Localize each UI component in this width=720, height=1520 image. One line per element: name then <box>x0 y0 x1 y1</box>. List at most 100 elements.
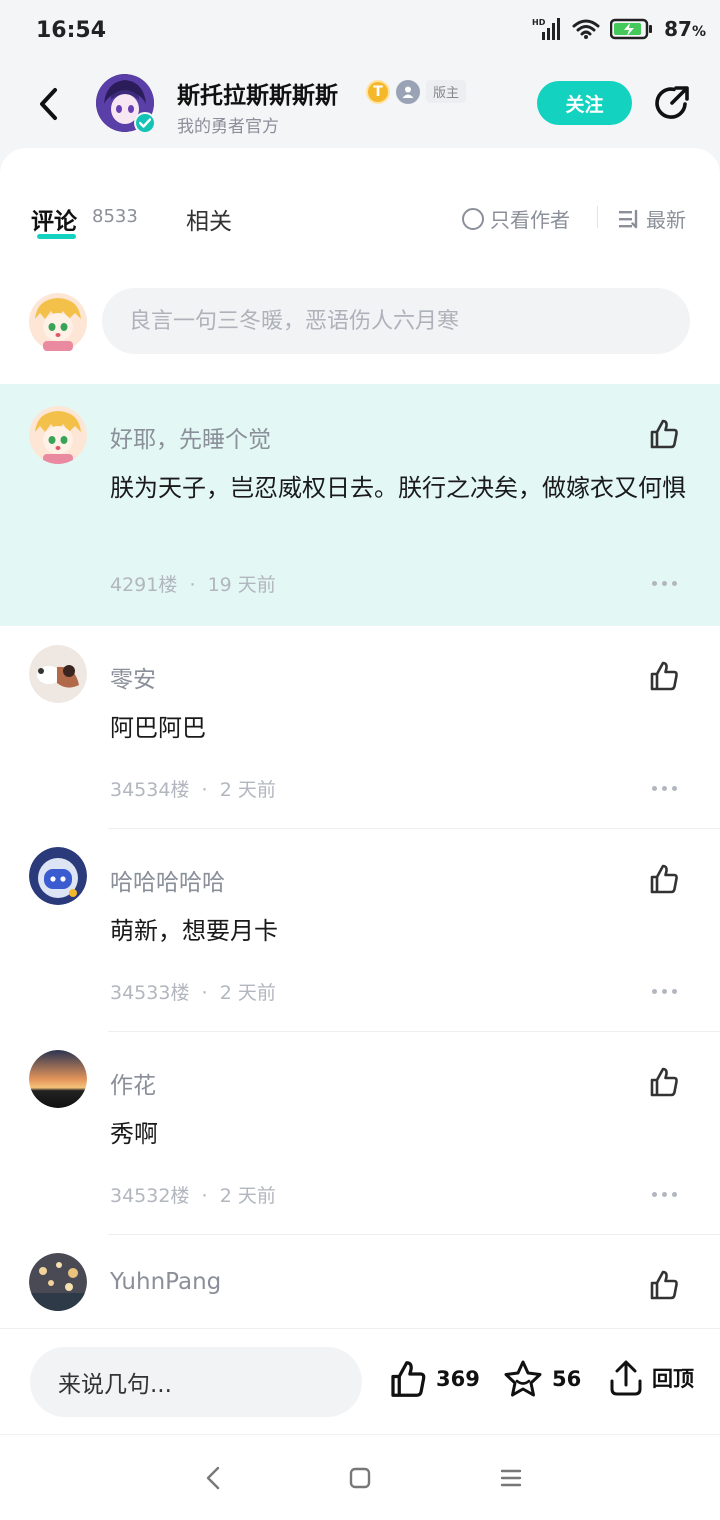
nav-home-button[interactable] <box>345 1463 375 1493</box>
moderator-label: 版主 <box>426 80 467 103</box>
meta-dot: · <box>189 574 196 596</box>
comment-meta: 34534楼 · 2 天前 <box>110 775 276 802</box>
nav-menu-icon <box>500 1469 522 1487</box>
commenter-name[interactable]: 哈哈哈哈哈 <box>110 863 225 897</box>
share-icon <box>655 86 689 119</box>
commenter-name[interactable]: YuhnPang <box>110 1269 221 1295</box>
comment-time: 19 天前 <box>207 574 276 596</box>
divider <box>597 206 598 228</box>
like-post-button[interactable]: 369 <box>388 1359 480 1399</box>
like-button[interactable] <box>646 1267 682 1303</box>
commenter-name[interactable]: 好耶，先睡个觉 <box>110 420 271 454</box>
author-avatar[interactable] <box>96 74 156 134</box>
comment-count: 8533 <box>92 206 138 227</box>
reply-input[interactable]: 来说几句... <box>30 1347 362 1417</box>
floor-number: 34534楼 <box>110 779 190 801</box>
battery-icon <box>610 18 653 40</box>
author-subtitle: 我的勇者官方 <box>177 117 279 137</box>
comment-tabs: 评论 8533 相关 只看作者 最新 <box>0 178 720 239</box>
status-bar: 16:54 HD 87% <box>0 0 720 62</box>
thumbs-up-icon <box>650 1270 678 1300</box>
comment-text: 朕为天子，岂忍威权日去。朕行之决矣，做嫁衣又何惧 <box>110 474 686 502</box>
comment-list: 好耶，先睡个觉 朕为天子，岂忍威权日去。朕行之决矣，做嫁衣又何惧 4291楼 ·… <box>0 384 720 1328</box>
like-button[interactable] <box>646 861 682 897</box>
floor-number: 34532楼 <box>110 1185 190 1207</box>
moderator-icon <box>396 80 420 104</box>
sort-label: 最新 <box>646 208 686 232</box>
wifi-icon <box>572 19 600 39</box>
comment-time: 2 天前 <box>219 779 276 801</box>
like-button[interactable] <box>646 1064 682 1100</box>
comment-item[interactable]: 好耶，先睡个觉 朕为天子，岂忍威权日去。朕行之决矣，做嫁衣又何惧 4291楼 ·… <box>0 384 720 626</box>
sort-icon <box>619 209 638 228</box>
floor-number: 4291楼 <box>110 574 178 596</box>
commenter-name[interactable]: 零安 <box>110 660 156 694</box>
signal-icon: HD <box>532 18 561 40</box>
commenter-avatar[interactable] <box>29 1050 87 1108</box>
thumbs-up-icon <box>650 864 678 894</box>
thumbs-up-icon <box>650 661 678 691</box>
comment-text: 阿巴阿巴 <box>110 714 206 742</box>
comment-time: 2 天前 <box>219 982 276 1004</box>
comment-text: 萌新，想要月卡 <box>110 917 278 945</box>
tab-related[interactable]: 相关 <box>186 202 232 236</box>
comment-text: 秀啊 <box>110 1120 158 1148</box>
only-author-toggle[interactable]: 只看作者 <box>462 204 570 233</box>
status-time: 16:54 <box>36 18 107 43</box>
meta-dot: · <box>201 1185 208 1207</box>
favorite-button[interactable]: 56 <box>502 1359 581 1399</box>
like-count: 369 <box>436 1367 480 1391</box>
author-name[interactable]: 斯托拉斯斯斯斯 <box>177 76 338 110</box>
commenter-avatar[interactable] <box>29 1253 87 1311</box>
comment-meta: 4291楼 · 19 天前 <box>110 570 276 597</box>
commenter-avatar[interactable] <box>29 406 87 464</box>
like-button[interactable] <box>646 416 682 452</box>
share-button[interactable] <box>650 81 694 125</box>
like-button[interactable] <box>646 658 682 694</box>
comments-panel: 评论 8533 相关 只看作者 最新 良言一句三冬暖，恶语伤人六月寒 好耶，先睡… <box>0 148 720 1328</box>
comment-item[interactable]: 作花 秀啊 34532楼 · 2 天前 <box>0 1032 720 1235</box>
bottom-action-bar: 来说几句... 369 56 回顶 <box>0 1328 720 1434</box>
back-button[interactable] <box>28 82 68 126</box>
comment-time: 2 天前 <box>219 1185 276 1207</box>
star-icon <box>504 1360 542 1397</box>
back-to-top-label: 回顶 <box>652 1367 694 1391</box>
comment-item[interactable]: 零安 阿巴阿巴 34534楼 · 2 天前 <box>0 626 720 829</box>
system-nav-bar <box>0 1434 720 1520</box>
comment-meta: 34532楼 · 2 天前 <box>110 1181 276 1208</box>
only-author-label: 只看作者 <box>490 208 570 232</box>
thumbs-up-icon <box>650 419 678 449</box>
chevron-left-icon <box>40 88 57 120</box>
more-options-icon[interactable] <box>652 578 678 588</box>
favorite-count: 56 <box>552 1367 582 1391</box>
comment-meta: 34533楼 · 2 天前 <box>110 978 276 1005</box>
tab-comments[interactable]: 评论 <box>31 202 77 236</box>
sort-button[interactable]: 最新 <box>618 204 686 233</box>
follow-button[interactable]: 关注 <box>537 81 632 125</box>
nav-home-icon <box>349 1467 371 1489</box>
thumbs-up-icon <box>650 1067 678 1097</box>
commenter-avatar[interactable] <box>29 645 87 703</box>
battery-percent: 87 <box>664 17 692 41</box>
nav-menu-button[interactable] <box>496 1463 526 1493</box>
battery-unit: % <box>691 24 706 40</box>
upload-arrow-icon <box>610 1360 642 1396</box>
commenter-name[interactable]: 作花 <box>110 1066 156 1100</box>
more-options-icon[interactable] <box>652 986 678 996</box>
back-to-top-button[interactable]: 回顶 <box>608 1359 694 1397</box>
more-options-icon[interactable] <box>652 1189 678 1199</box>
level-badge-icon: T <box>366 80 390 104</box>
comment-item[interactable]: 哈哈哈哈哈 萌新，想要月卡 34533楼 · 2 天前 <box>0 829 720 1032</box>
floor-number: 34533楼 <box>110 982 190 1004</box>
more-options-icon[interactable] <box>652 783 678 793</box>
commenter-avatar[interactable] <box>29 847 87 905</box>
tab-active-indicator <box>37 234 76 239</box>
hd-label: HD <box>532 18 546 27</box>
meta-dot: · <box>201 982 208 1004</box>
my-avatar <box>29 293 87 351</box>
meta-dot: · <box>201 779 208 801</box>
comment-compose <box>0 288 720 358</box>
comment-input[interactable] <box>102 288 690 354</box>
nav-back-button[interactable] <box>198 1463 228 1493</box>
comment-item[interactable]: YuhnPang <box>0 1235 720 1328</box>
